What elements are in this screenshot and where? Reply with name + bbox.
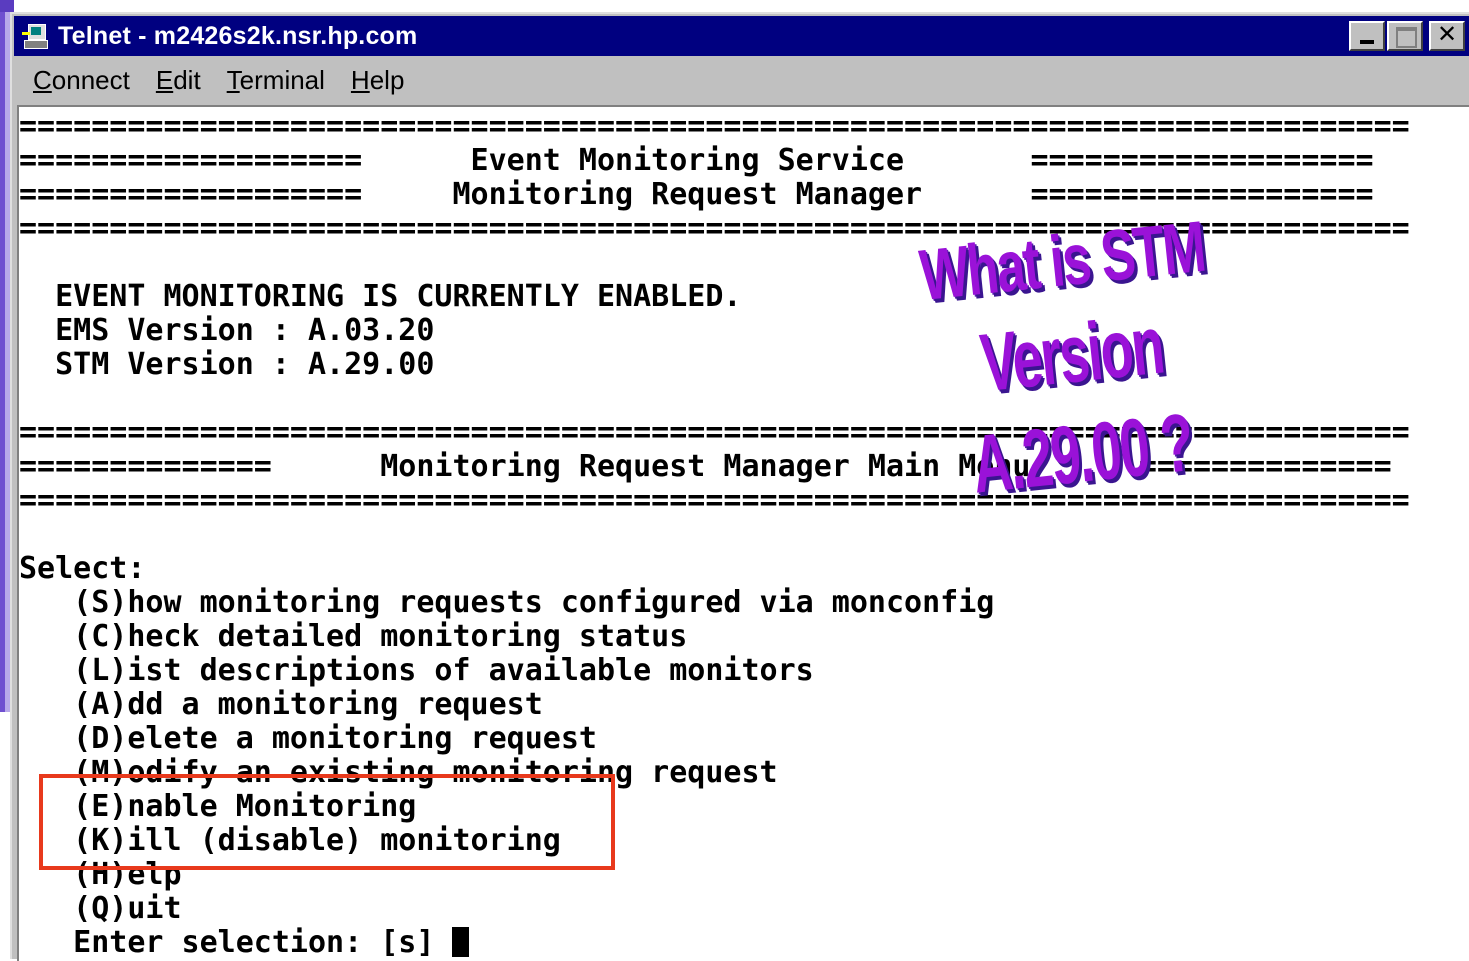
terminal-line: =================== Event Monitoring Ser…	[19, 143, 1374, 178]
menu-terminal[interactable]: Terminal	[227, 65, 325, 96]
annotation-line-2: Version A.29.00 ?	[968, 299, 1197, 511]
slide-accent-top	[0, 0, 14, 12]
menu-help[interactable]: Help	[351, 65, 404, 96]
text-cursor	[452, 927, 470, 957]
terminal-line: (D)elete a monitoring request	[19, 721, 597, 756]
terminal-line: (S)how monitoring requests configured vi…	[19, 585, 995, 620]
terminal-line: ========================================…	[19, 109, 1410, 144]
menu-edit[interactable]: Edit	[156, 65, 201, 96]
terminal-line: Select:	[19, 551, 146, 586]
minimize-icon	[1360, 40, 1374, 44]
maximize-button[interactable]	[1387, 21, 1423, 51]
title-bar[interactable]: Telnet - m2426s2k.nsr.hp.com ✕	[14, 16, 1469, 56]
terminal-line: (Q)uit	[19, 891, 182, 926]
menu-terminal-accel: T	[226, 64, 240, 95]
menu-edit-label: dit	[173, 64, 201, 95]
telnet-app-icon[interactable]	[22, 22, 52, 50]
highlight-box	[39, 774, 615, 870]
close-button[interactable]: ✕	[1429, 20, 1465, 51]
terminal-prompt-line[interactable]: Enter selection: [s]	[19, 925, 470, 960]
menu-bar: Connect Edit Terminal Help	[14, 60, 1469, 100]
minimize-button[interactable]	[1349, 21, 1385, 51]
window-title: Telnet - m2426s2k.nsr.hp.com	[58, 21, 418, 50]
close-icon: ✕	[1436, 20, 1458, 48]
menu-help-accel: H	[350, 64, 370, 95]
wordart-annotation: What is STM Version A.29.00 ?	[828, 190, 1312, 511]
menu-terminal-label: erminal	[239, 64, 325, 95]
terminal-line: (C)heck detailed monitoring status	[19, 619, 688, 654]
terminal-line: (L)ist descriptions of available monitor…	[19, 653, 814, 688]
terminal-line: EMS Version : A.03.20	[19, 313, 435, 348]
menu-edit-accel: E	[155, 64, 174, 95]
maximize-icon	[1396, 27, 1417, 48]
terminal-line: (A)dd a monitoring request	[19, 687, 543, 722]
terminal-line: EVENT MONITORING IS CURRENTLY ENABLED.	[19, 279, 742, 314]
terminal-line: STM Version : A.29.00	[19, 347, 435, 382]
caption-buttons: ✕	[1349, 20, 1465, 51]
menu-connect-accel: C	[33, 64, 52, 95]
menu-help-label: elp	[369, 64, 405, 95]
terminal-prompt: Enter selection: [s]	[19, 925, 453, 960]
menu-connect[interactable]: Connect	[33, 65, 130, 96]
menu-connect-label: onnect	[51, 64, 130, 95]
